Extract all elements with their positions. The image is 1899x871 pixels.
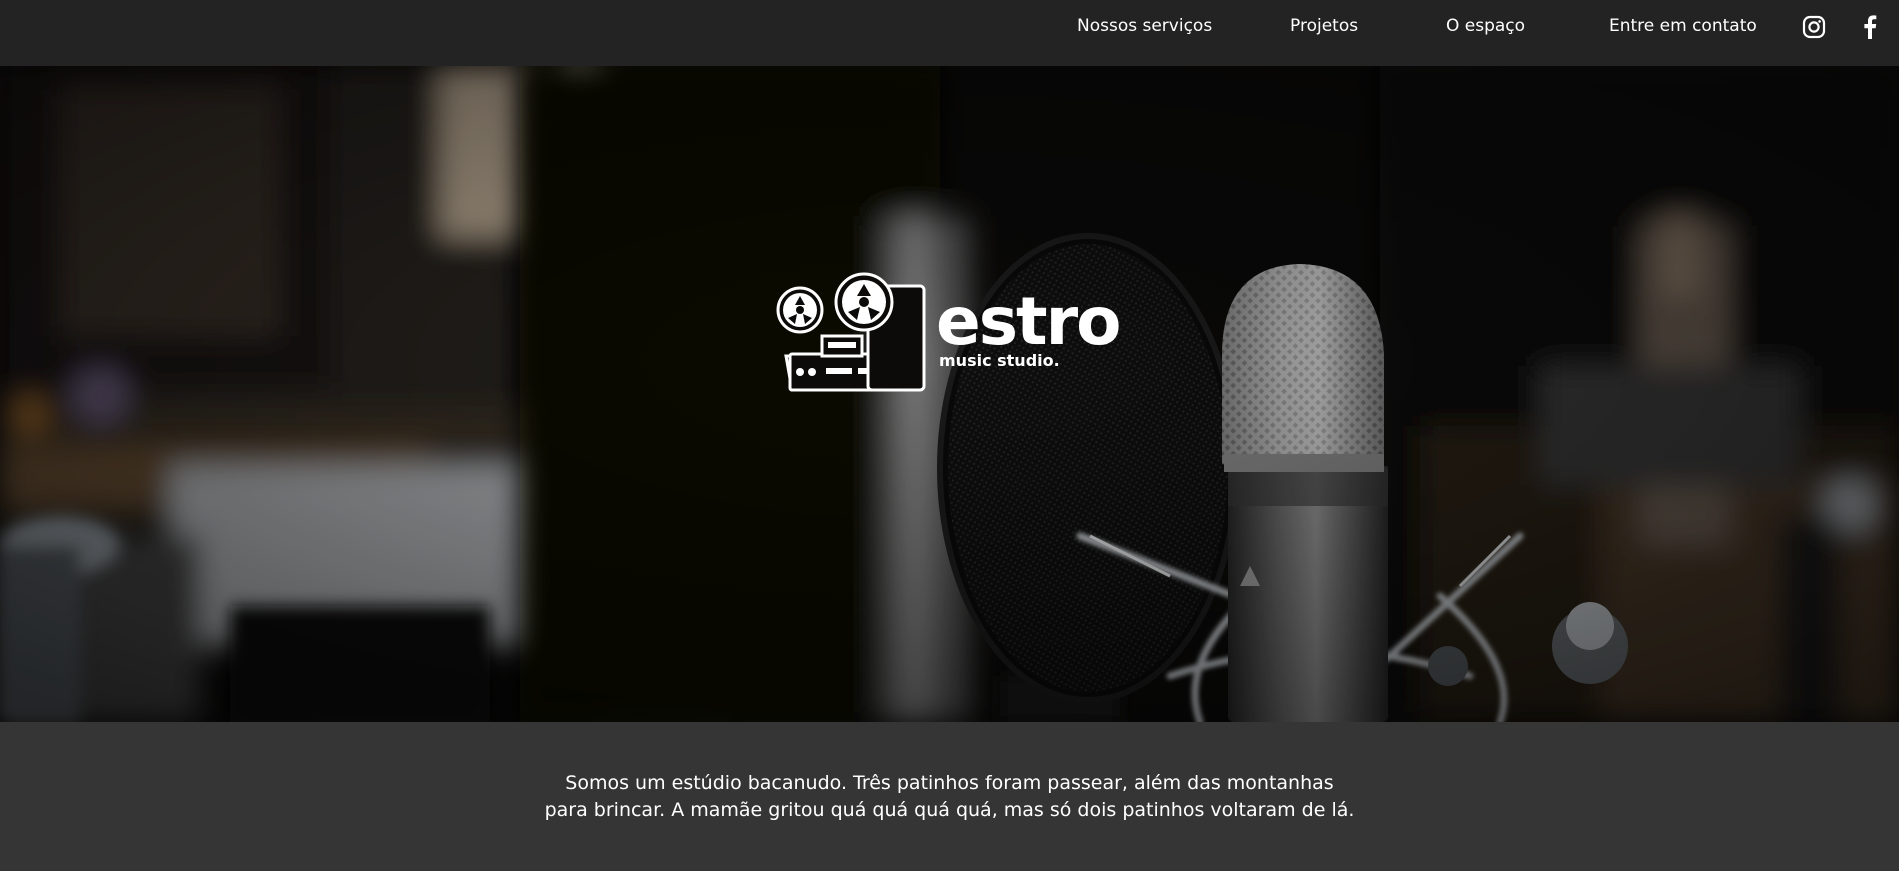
estro-logo: estro music studio. <box>772 256 1132 396</box>
intro-section: Somos um estúdio bacanudo. Três patinhos… <box>0 722 1899 871</box>
facebook-link[interactable] <box>1858 13 1882 41</box>
hero-banner: estro music studio. <box>0 66 1899 722</box>
logo-wordmark: estro <box>936 283 1120 360</box>
logo-tagline: music studio. <box>939 351 1060 370</box>
nav-link-contato[interactable]: Entre em contato <box>1609 16 1757 36</box>
intro-text: Somos um estúdio bacanudo. Três patinhos… <box>0 770 1899 824</box>
intro-line-1: Somos um estúdio bacanudo. Três patinhos… <box>565 772 1334 794</box>
nav-link-servicos[interactable]: Nossos serviços <box>1077 16 1212 36</box>
intro-line-2: para brincar. A mamãe gritou quá quá quá… <box>544 799 1355 821</box>
main-nav: Nossos serviços Projetos O espaço Entre … <box>0 0 1899 54</box>
facebook-icon <box>1864 15 1877 39</box>
nav-link-espaco[interactable]: O espaço <box>1446 16 1525 36</box>
tape-recorder-icon <box>776 272 926 392</box>
top-navigation-bar: Nossos serviços Projetos O espaço Entre … <box>0 0 1899 66</box>
nav-link-projetos[interactable]: Projetos <box>1290 16 1358 36</box>
instagram-icon <box>1802 15 1826 39</box>
instagram-link[interactable] <box>1800 13 1828 41</box>
